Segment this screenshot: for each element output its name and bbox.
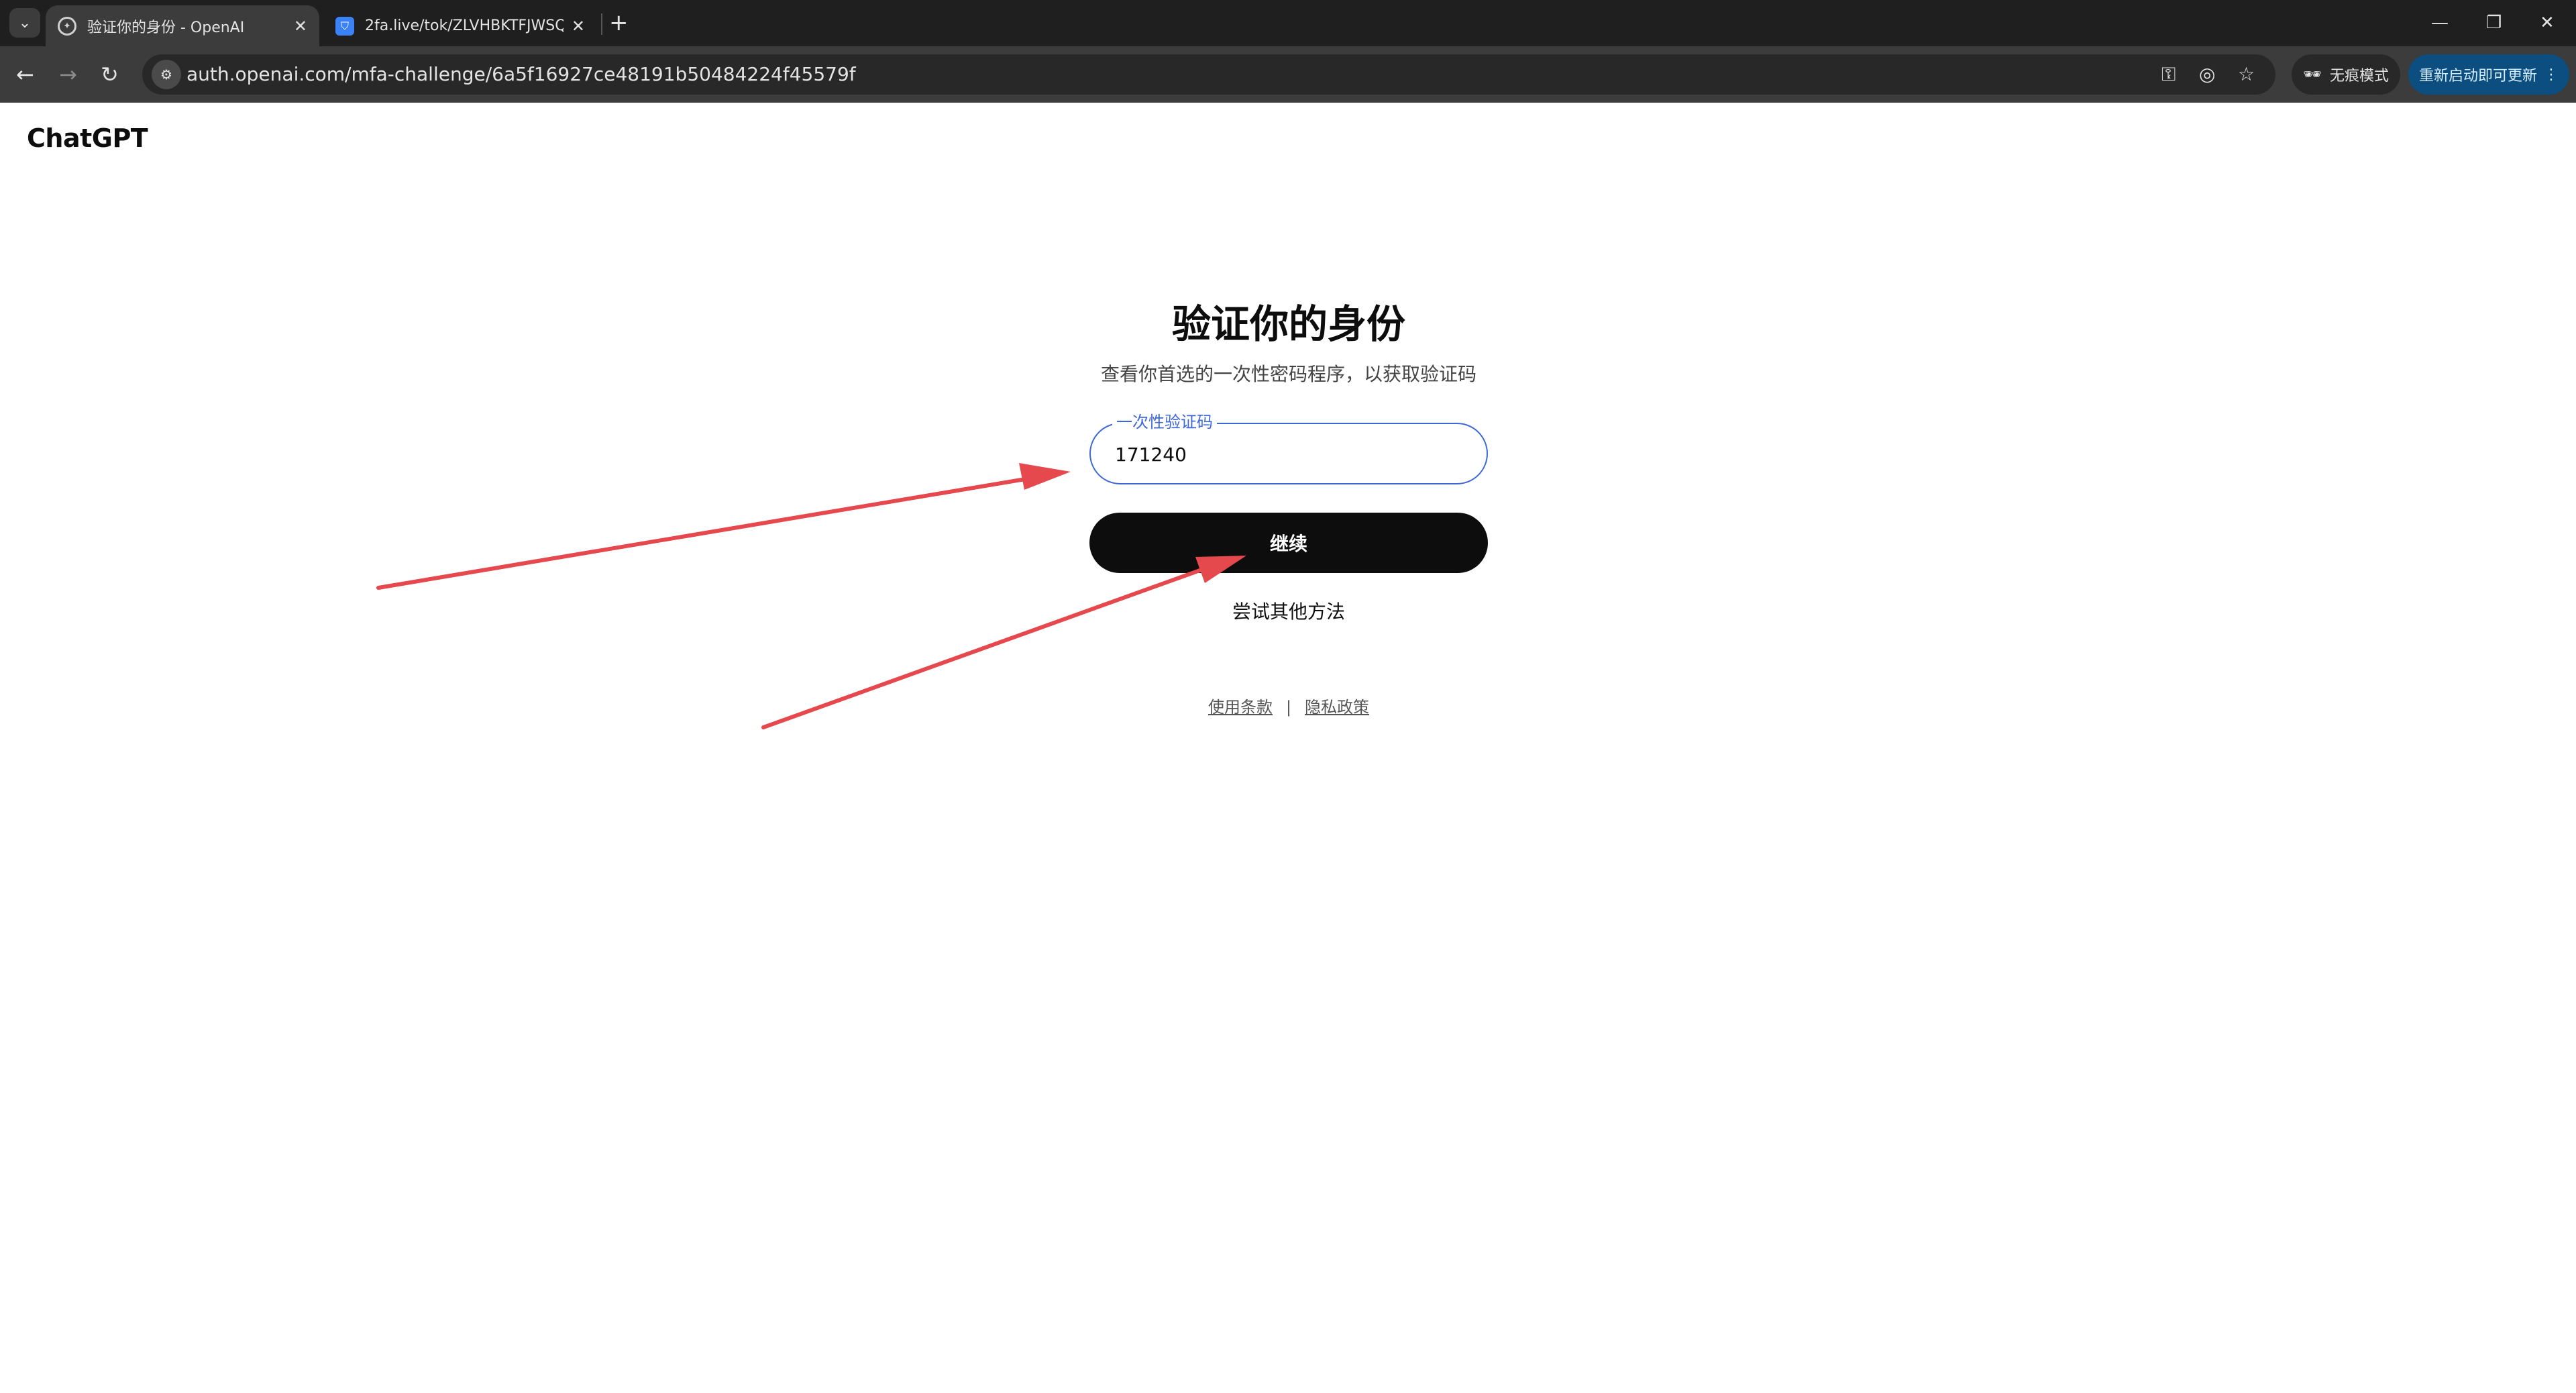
- try-other-method-link[interactable]: 尝试其他方法: [1089, 597, 1488, 624]
- browser-toolbar: ← → ↻ ⚙ auth.openai.com/mfa-challenge/6a…: [0, 46, 2576, 103]
- bookmark-star-icon[interactable]: ☆: [2238, 61, 2255, 88]
- address-bar[interactable]: ⚙ auth.openai.com/mfa-challenge/6a5f1692…: [142, 54, 2275, 95]
- terms-of-use-link[interactable]: 使用条款: [1208, 698, 1273, 717]
- incognito-icon: 🕶: [2303, 66, 2322, 83]
- minimize-icon[interactable]: —: [2431, 8, 2449, 38]
- tab-2fa-live[interactable]: ⛉ 2fa.live/tok/ZLVHBKTFJWSQ2 ✕: [323, 5, 597, 46]
- page-subtitle: 查看你首选的一次性密码程序，以获取验证码: [1100, 363, 1477, 385]
- footer-links: 使用条款 | 隐私政策: [1089, 694, 1488, 717]
- footer-separator: |: [1285, 698, 1292, 717]
- otp-code-label: 一次性验证码: [1112, 412, 1217, 432]
- tab-search-button[interactable]: ⌄: [9, 8, 40, 38]
- browser-tabstrip: ⌄ ✦ 验证你的身份 - OpenAI ✕ ⛉ 2fa.live/tok/ZLV…: [0, 0, 2576, 46]
- reload-icon[interactable]: ↻: [101, 60, 119, 89]
- restore-icon[interactable]: ❐: [2486, 8, 2502, 38]
- chevron-down-icon: ⌄: [18, 14, 32, 32]
- annotation-arrow-to-input: [376, 463, 1071, 590]
- privacy-policy-link[interactable]: 隐私政策: [1305, 698, 1369, 717]
- tab-title: 2fa.live/tok/ZLVHBKTFJWSQ2: [365, 17, 564, 34]
- eye-off-icon[interactable]: ◎: [2199, 61, 2215, 88]
- more-menu-icon: ⋮: [2544, 66, 2559, 83]
- shield-favicon-icon: ⛉: [335, 16, 354, 36]
- incognito-indicator[interactable]: 🕶 无痕模式: [2292, 54, 2400, 95]
- update-label: 重新启动即可更新: [2418, 68, 2537, 85]
- close-icon[interactable]: ✕: [572, 17, 585, 36]
- incognito-label: 无痕模式: [2329, 68, 2389, 85]
- update-button[interactable]: 重新启动即可更新 ⋮: [2408, 54, 2569, 95]
- window-close-icon[interactable]: ✕: [2540, 8, 2555, 38]
- site-info-icon[interactable]: ⚙: [152, 60, 181, 89]
- password-key-icon[interactable]: ⚿: [2161, 61, 2176, 88]
- chatgpt-logo-text: ChatGPT: [27, 123, 148, 153]
- tab-title: 验证你的身份 - OpenAI: [87, 19, 245, 36]
- otp-code-field: 一次性验证码: [1089, 412, 1488, 484]
- new-tab-plus-icon[interactable]: +: [609, 9, 629, 36]
- continue-button[interactable]: 继续: [1089, 513, 1488, 573]
- page-title: 验证你的身份: [1171, 301, 1405, 347]
- tab-openai[interactable]: ✦ 验证你的身份 - OpenAI ✕: [46, 5, 319, 46]
- otp-code-input[interactable]: [1114, 439, 1452, 470]
- openai-favicon-icon: ✦: [58, 16, 76, 36]
- forward-arrow-icon[interactable]: →: [59, 60, 77, 89]
- tab-divider: [601, 13, 602, 35]
- url-text: auth.openai.com/mfa-challenge/6a5f16927c…: [186, 63, 856, 85]
- back-arrow-icon[interactable]: ←: [16, 60, 34, 89]
- close-icon[interactable]: ✕: [294, 17, 307, 36]
